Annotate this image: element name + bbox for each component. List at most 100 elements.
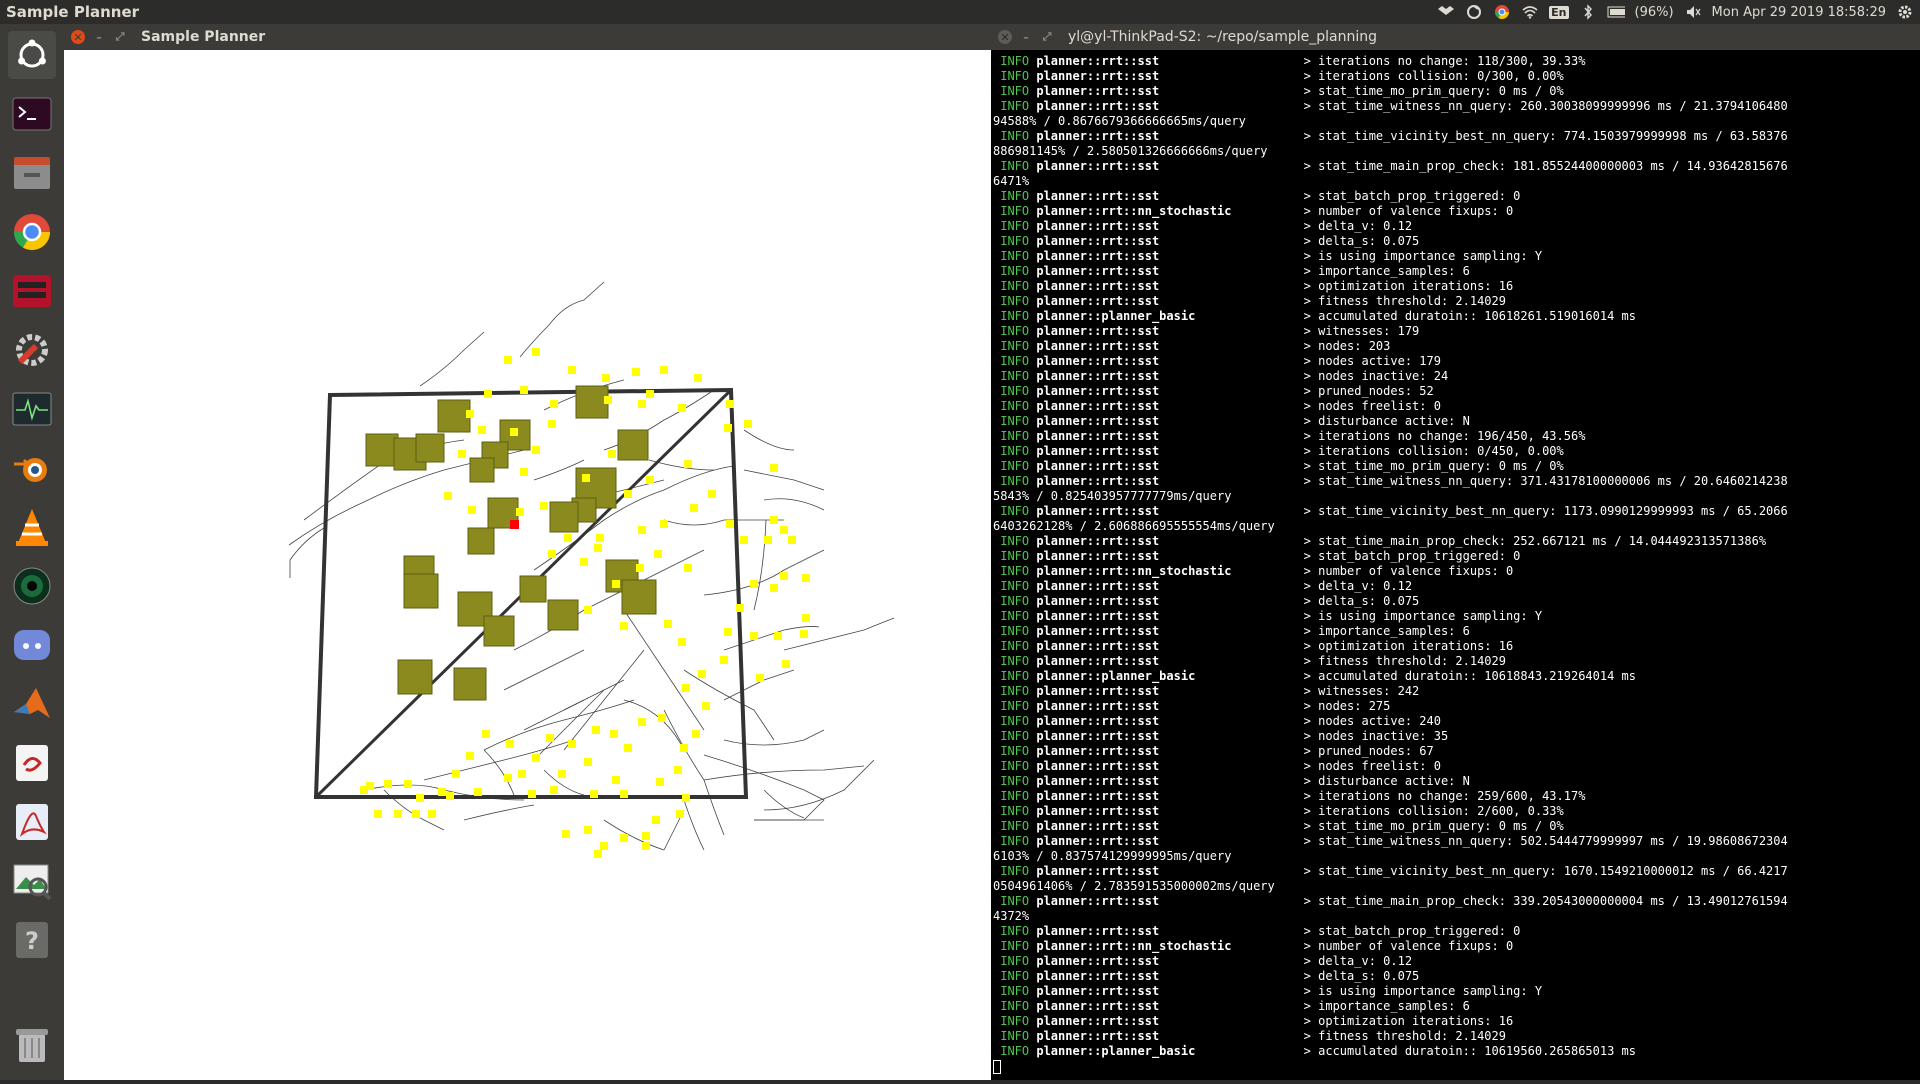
terminal-line: INFO planner::planner_basic > accumulate… xyxy=(993,669,1920,684)
battery-percent[interactable]: (96%) xyxy=(1635,5,1674,20)
terminal-line: 6471% xyxy=(993,174,1920,189)
terminal-titlebar[interactable]: ✕ – ⤢ yl@yl-ThinkPad-S2: ~/repo/sample_p… xyxy=(991,24,1920,50)
minimize-icon[interactable]: – xyxy=(1019,30,1033,44)
log-module: planner::rrt::sst xyxy=(1036,579,1304,593)
terminal-line: INFO planner::planner_basic > accumulate… xyxy=(993,1044,1920,1059)
image-viewer-icon[interactable] xyxy=(8,857,56,905)
log-level: INFO xyxy=(993,549,1037,563)
log-level: INFO xyxy=(993,444,1037,458)
log-message: > importance_samples: 6 xyxy=(1303,624,1470,638)
log-message: > stat_time_main_prop_check: 181.8552440… xyxy=(1303,159,1788,173)
log-continuation: 4372% xyxy=(993,909,1030,923)
camera-icon[interactable] xyxy=(8,562,56,610)
settings-icon[interactable] xyxy=(8,326,56,374)
log-level: INFO xyxy=(993,264,1037,278)
log-module: planner::rrt::sst xyxy=(1036,219,1304,233)
matlab-icon[interactable] xyxy=(8,680,56,728)
terminal-line: 886981145% / 2.580501326666666ms/query xyxy=(993,144,1920,159)
log-message: > optimization iterations: 16 xyxy=(1303,639,1514,653)
chrome-icon[interactable] xyxy=(8,208,56,256)
close-icon[interactable]: ✕ xyxy=(998,30,1012,44)
terminal-title: yl@yl-ThinkPad-S2: ~/repo/sample_plannin… xyxy=(1068,29,1378,45)
log-message: > nodes inactive: 35 xyxy=(1303,729,1449,743)
chrome-tray-icon[interactable] xyxy=(1493,4,1511,20)
log-module: planner::rrt::sst xyxy=(1036,654,1304,668)
log-message: > disturbance active: N xyxy=(1303,774,1470,788)
ebook-icon[interactable] xyxy=(8,739,56,787)
terminal-line: INFO planner::rrt::sst > iterations no c… xyxy=(993,429,1920,444)
terminal-line: INFO planner::rrt::sst > is using import… xyxy=(993,984,1920,999)
log-level: INFO xyxy=(993,924,1037,938)
log-module: planner::rrt::sst xyxy=(1036,189,1304,203)
sync-icon[interactable] xyxy=(1465,4,1483,20)
wifi-icon[interactable] xyxy=(1521,4,1539,20)
log-continuation: 5843% / 0.825403957777779ms/query xyxy=(993,489,1232,503)
log-continuation: 6403262128% / 2.606886695555554ms/query xyxy=(993,519,1275,533)
terminal-line: INFO planner::rrt::sst > stat_time_vicin… xyxy=(993,504,1920,519)
terminal-output[interactable]: INFO planner::rrt::sst > iterations no c… xyxy=(991,50,1920,1080)
clock[interactable]: Mon Apr 29 2019 18:58:29 xyxy=(1712,5,1886,20)
log-level: INFO xyxy=(993,669,1037,683)
keyboard-layout[interactable]: En xyxy=(1549,5,1569,19)
window-titlebar[interactable]: ✕ – ⤢ Sample Planner xyxy=(64,24,991,50)
terminal-line: 94588% / 0.8676679366666665ms/query xyxy=(993,114,1920,129)
log-module: planner::rrt::sst xyxy=(1036,594,1304,608)
log-message: > optimization iterations: 16 xyxy=(1303,279,1514,293)
vlc-icon[interactable] xyxy=(8,503,56,551)
terminal-prompt[interactable] xyxy=(993,1059,1920,1074)
log-message: > nodes: 203 xyxy=(1303,339,1391,353)
terminal-line: 5843% / 0.825403957777779ms/query xyxy=(993,489,1920,504)
top-panel: Sample Planner En (96%) Mon Apr 29 2019 … xyxy=(0,0,1920,24)
trash-icon[interactable] xyxy=(8,1020,56,1068)
files-icon[interactable] xyxy=(8,149,56,197)
log-level: INFO xyxy=(993,774,1037,788)
log-module: planner::rrt::sst xyxy=(1036,84,1304,98)
help-icon[interactable]: ? xyxy=(8,916,56,964)
bluetooth-icon[interactable] xyxy=(1579,4,1597,20)
log-module: planner::rrt::nn_stochastic xyxy=(1036,204,1304,218)
terminal-line: INFO planner::rrt::nn_stochastic > numbe… xyxy=(993,204,1920,219)
log-continuation: 0504961406% / 2.783591535000002ms/query xyxy=(993,879,1275,893)
log-message: > nodes freelist: 0 xyxy=(1303,399,1441,413)
planner-canvas[interactable] xyxy=(64,50,991,1080)
log-level: INFO xyxy=(993,594,1037,608)
maximize-icon[interactable]: ⤢ xyxy=(113,30,127,44)
maximize-icon[interactable]: ⤢ xyxy=(1040,30,1054,44)
battery-icon[interactable] xyxy=(1607,4,1625,20)
discord-icon[interactable] xyxy=(8,621,56,669)
dropbox-icon[interactable] xyxy=(1437,4,1455,20)
log-module: planner::rrt::sst xyxy=(1036,234,1304,248)
terminal-line: INFO planner::planner_basic > accumulate… xyxy=(993,309,1920,324)
blender-icon[interactable] xyxy=(8,444,56,492)
ubuntu-dash-icon[interactable] xyxy=(8,31,56,79)
log-message: > iterations collision: 0/450, 0.00% xyxy=(1303,444,1564,458)
log-module: planner::rrt::sst xyxy=(1036,324,1304,338)
pdf-icon[interactable] xyxy=(8,798,56,846)
log-message: > stat_time_mo_prim_query: 0 ms / 0% xyxy=(1303,459,1564,473)
log-level: INFO xyxy=(993,399,1037,413)
system-monitor-icon[interactable] xyxy=(8,385,56,433)
terminal-icon[interactable] xyxy=(8,90,56,138)
log-message: > nodes freelist: 0 xyxy=(1303,759,1441,773)
volume-icon[interactable] xyxy=(1684,4,1702,20)
terminal-line: INFO planner::rrt::sst > fitness thresho… xyxy=(993,294,1920,309)
close-icon[interactable]: ✕ xyxy=(71,30,85,44)
game-icon[interactable] xyxy=(8,267,56,315)
log-continuation: 6471% xyxy=(993,174,1030,188)
log-module: planner::rrt::sst xyxy=(1036,399,1304,413)
log-level: INFO xyxy=(993,639,1037,653)
terminal-line: INFO planner::rrt::sst > fitness thresho… xyxy=(993,654,1920,669)
log-level: INFO xyxy=(993,309,1037,323)
terminal-line: 6403262128% / 2.606886695555554ms/query xyxy=(993,519,1920,534)
terminal-line: INFO planner::rrt::sst > is using import… xyxy=(993,249,1920,264)
log-level: INFO xyxy=(993,759,1037,773)
log-message: > nodes active: 179 xyxy=(1303,354,1441,368)
gear-icon[interactable] xyxy=(1896,4,1914,20)
minimize-icon[interactable]: – xyxy=(92,30,106,44)
log-module: planner::rrt::sst xyxy=(1036,774,1304,788)
log-level: INFO xyxy=(993,579,1037,593)
terminal-window: ✕ – ⤢ yl@yl-ThinkPad-S2: ~/repo/sample_p… xyxy=(991,24,1920,1080)
log-message: > witnesses: 179 xyxy=(1303,324,1420,338)
terminal-line: INFO planner::rrt::sst > importance_samp… xyxy=(993,999,1920,1014)
terminal-line: INFO planner::rrt::sst > nodes: 275 xyxy=(993,699,1920,714)
